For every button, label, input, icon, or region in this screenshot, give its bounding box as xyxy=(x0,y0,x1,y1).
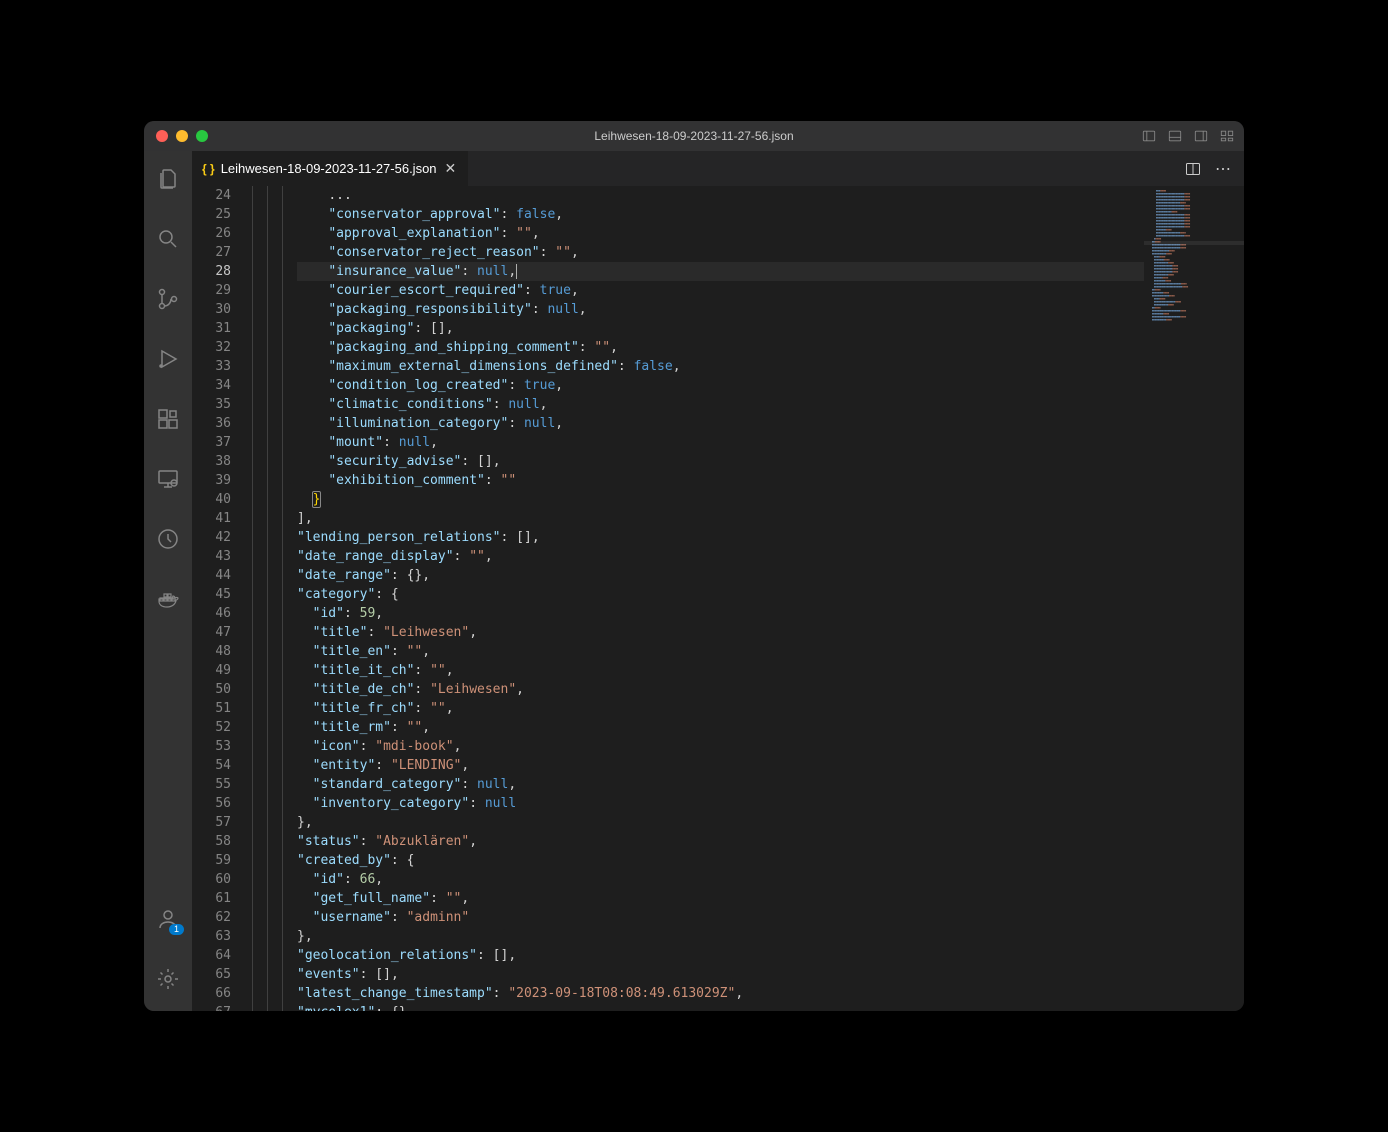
extensions-icon[interactable] xyxy=(144,399,192,439)
toggle-panel-right-icon[interactable] xyxy=(1194,129,1208,143)
traffic-lights xyxy=(144,130,208,142)
fold-indicators xyxy=(247,186,297,1011)
toggle-panel-bottom-icon[interactable] xyxy=(1168,129,1182,143)
app-window: Leihwesen-18-09-2023-11-27-56.json xyxy=(144,121,1244,1011)
window-body: 1 { } Leihwesen-18-09-2023-11-27-56.json… xyxy=(144,151,1244,1011)
more-actions-icon[interactable]: ⋯ xyxy=(1215,159,1232,179)
minimize-window-button[interactable] xyxy=(176,130,188,142)
close-tab-icon[interactable]: ✕ xyxy=(443,158,459,179)
maximize-window-button[interactable] xyxy=(196,130,208,142)
tab-bar: { } Leihwesen-18-09-2023-11-27-56.json ✕… xyxy=(192,151,1244,186)
settings-gear-icon[interactable] xyxy=(144,959,192,999)
accounts-badge: 1 xyxy=(169,924,184,935)
customize-layout-icon[interactable] xyxy=(1220,129,1234,143)
line-numbers: 2425262728293031323334353637383940414243… xyxy=(192,186,247,1011)
explorer-icon[interactable] xyxy=(144,159,192,199)
split-editor-icon[interactable] xyxy=(1185,161,1201,177)
run-debug-icon[interactable] xyxy=(144,339,192,379)
code-content[interactable]: ... "conservator_approval": false, "appr… xyxy=(297,186,1144,1011)
editor-area[interactable]: 2425262728293031323334353637383940414243… xyxy=(192,186,1244,1011)
activity-bar: 1 xyxy=(144,151,192,1011)
minimap-slider[interactable] xyxy=(1144,241,1244,245)
timeline-icon[interactable] xyxy=(144,519,192,559)
window-title: Leihwesen-18-09-2023-11-27-56.json xyxy=(144,129,1244,143)
source-control-icon[interactable] xyxy=(144,279,192,319)
editor-group: { } Leihwesen-18-09-2023-11-27-56.json ✕… xyxy=(192,151,1244,1011)
tab-active[interactable]: { } Leihwesen-18-09-2023-11-27-56.json ✕ xyxy=(192,151,469,186)
tab-filename: Leihwesen-18-09-2023-11-27-56.json xyxy=(221,161,437,176)
search-icon[interactable] xyxy=(144,219,192,259)
layout-controls xyxy=(1142,129,1234,143)
accounts-icon[interactable]: 1 xyxy=(144,899,192,939)
close-window-button[interactable] xyxy=(156,130,168,142)
docker-icon[interactable] xyxy=(144,579,192,619)
json-file-icon: { } xyxy=(202,162,215,176)
minimap[interactable]: ████████████████████████████████████████… xyxy=(1144,186,1244,1011)
titlebar[interactable]: Leihwesen-18-09-2023-11-27-56.json xyxy=(144,121,1244,151)
toggle-panel-left-icon[interactable] xyxy=(1142,129,1156,143)
remote-explorer-icon[interactable] xyxy=(144,459,192,499)
